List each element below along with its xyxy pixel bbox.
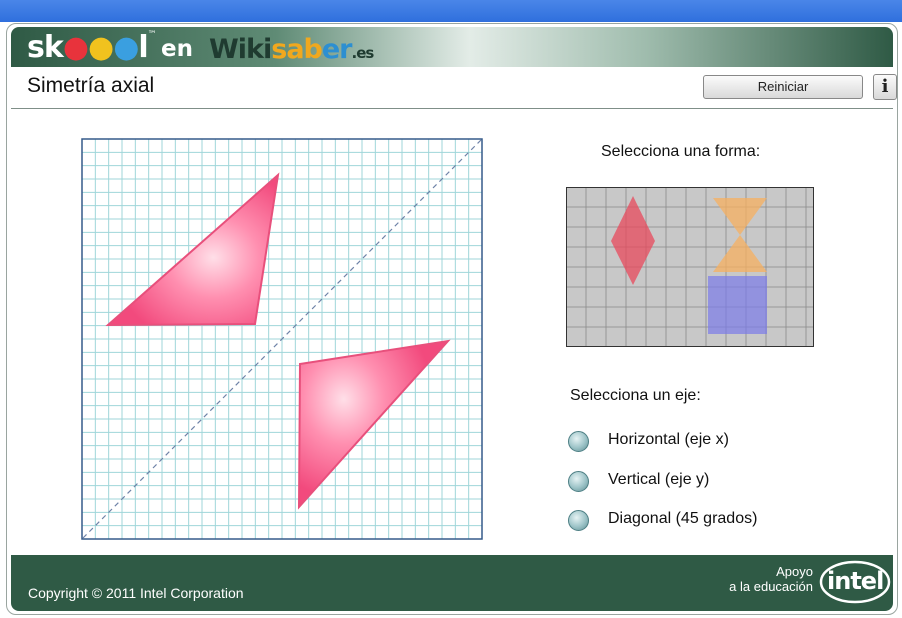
logo-skool-text: sk (27, 30, 64, 65)
footer: Copyright © 2011 Intel Corporation Apoyo… (11, 555, 893, 611)
header-banner: sk●●●l™ en Wikisaber.es (11, 27, 893, 67)
logo-es-text: .es (351, 44, 375, 62)
window-titlebar (0, 0, 902, 22)
skoool-logo: sk●●●l™ (27, 30, 157, 65)
intel-logo: intel (819, 559, 891, 605)
axis-option-label: Vertical (eje y) (608, 471, 710, 488)
copyright-text: Copyright © 2011 Intel Corporation (28, 585, 244, 601)
radio-horizontal[interactable] (568, 431, 589, 452)
axis-option-label: Diagonal (45 grados) (608, 510, 758, 527)
square-shape[interactable] (708, 276, 767, 334)
support-text-line2: a la educación (729, 579, 813, 594)
logo-saber-text: sab (271, 34, 323, 65)
logo-er-text: er (321, 34, 353, 65)
title-bar: Simetría axial Reiniciar i (11, 68, 897, 109)
info-button[interactable]: i (873, 74, 897, 100)
logo-tm: ™ (147, 30, 157, 40)
app-frame: sk●●●l™ en Wikisaber.es Simetría axial R… (6, 23, 898, 615)
wikisaber-logo: Wikisaber.es (209, 34, 375, 65)
logo-skool-tail: l (138, 30, 148, 65)
original-triangle[interactable] (105, 172, 280, 327)
axis-option-label: Horizontal (eje x) (608, 431, 729, 448)
reset-button[interactable]: Reiniciar (703, 75, 863, 99)
select-axis-label: Selecciona un eje: (570, 387, 701, 404)
logo-en-text: en (161, 36, 193, 62)
support-text-line1: Apoyo (776, 564, 813, 579)
radio-diagonal[interactable] (568, 510, 589, 531)
select-shape-label: Selecciona una forma: (601, 143, 761, 160)
radio-vertical[interactable] (568, 471, 589, 492)
intel-logo-text: intel (827, 567, 884, 595)
page-title: Simetría axial (27, 74, 155, 97)
symmetry-grid[interactable] (81, 138, 483, 540)
reflected-triangle[interactable] (297, 339, 451, 510)
shape-palette[interactable] (566, 187, 814, 347)
logo-wiki-text: Wiki (209, 34, 272, 65)
